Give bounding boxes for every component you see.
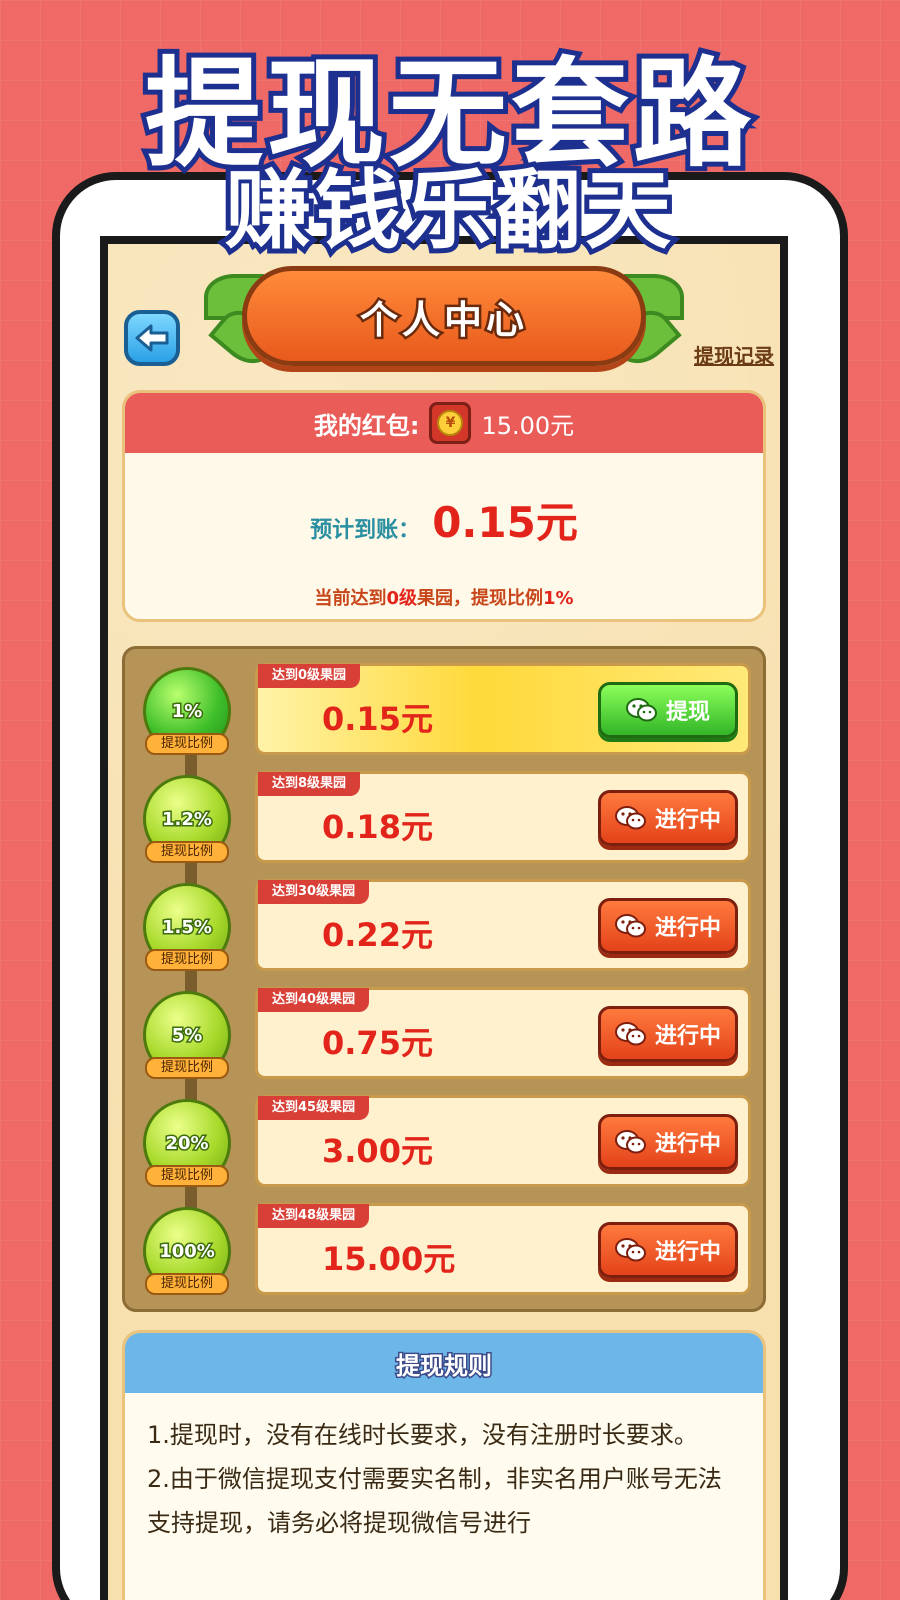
- wallet-label: 我的红包:: [313, 411, 420, 440]
- ratio-label: 提现比例: [145, 1057, 229, 1079]
- ratio-label: 提现比例: [145, 841, 229, 863]
- app-screen: 个人中心 提现记录 我的红包: ¥ 15.00元 预计到账： 0.15元 当前达…: [100, 236, 788, 1600]
- expected-payout-row: 预计到账： 0.15元: [125, 489, 763, 550]
- in-progress-button[interactable]: 进行中: [598, 1114, 738, 1170]
- wallet-header: 我的红包: ¥ 15.00元: [125, 393, 763, 453]
- in-progress-button[interactable]: 进行中: [598, 1222, 738, 1278]
- wechat-icon: [614, 1238, 646, 1262]
- tier-card: 达到8级果园 0.18元 进行中: [255, 771, 751, 863]
- tier-card: 达到0级果园 0.15元 提现: [255, 663, 751, 755]
- in-progress-button-label: 进行中: [654, 1024, 721, 1049]
- in-progress-button[interactable]: 进行中: [598, 1006, 738, 1062]
- requirement-tag: 达到40级果园: [258, 988, 370, 1012]
- page-title: 个人中心: [357, 295, 528, 344]
- level-note-ratio: 1%: [542, 588, 574, 609]
- tier-card: 达到45级果园 3.00元 进行中: [255, 1095, 751, 1187]
- tier-amount: 0.15元: [322, 700, 433, 738]
- level-note: 当前达到0级果园，提现比例1%: [125, 584, 763, 610]
- in-progress-button-label: 进行中: [654, 1132, 721, 1157]
- tier-card: 达到30级果园 0.22元 进行中: [255, 879, 751, 971]
- level-note-prefix: 当前达到: [314, 588, 387, 609]
- in-progress-button-label: 进行中: [654, 916, 721, 941]
- tier-card: 达到48级果园 15.00元 进行中: [255, 1203, 751, 1295]
- requirement-tag: 达到48级果园: [258, 1204, 370, 1228]
- wechat-icon: [614, 914, 646, 938]
- rule-item: 1.提现时，没有在线时长要求，没有注册时长要求。: [147, 1421, 698, 1449]
- in-progress-button[interactable]: 进行中: [598, 790, 738, 846]
- withdraw-button-label: 提现: [665, 700, 710, 725]
- level-note-suffix: 果园，提现比例: [416, 588, 543, 609]
- tier-row: 1% 提现比例 达到0级果园 0.15元 提现: [125, 663, 769, 763]
- tier-row: 100% 提现比例 达到48级果园 15.00元 进行中: [125, 1203, 769, 1303]
- rules-body: 1.提现时，没有在线时长要求，没有注册时长要求。 2.由于微信提现支付需要实名制…: [125, 1393, 763, 1565]
- expected-payout-value: 0.15元: [432, 498, 578, 547]
- tier-row: 20% 提现比例 达到45级果园 3.00元 进行中: [125, 1095, 769, 1195]
- red-packet-icon: ¥: [429, 402, 472, 444]
- ratio-label: 提现比例: [145, 949, 229, 971]
- in-progress-button[interactable]: 进行中: [598, 898, 738, 954]
- requirement-tag: 达到8级果园: [258, 772, 361, 796]
- tier-amount: 0.22元: [322, 916, 433, 954]
- tier-amount: 0.18元: [322, 808, 433, 846]
- withdraw-button[interactable]: 提现: [598, 682, 738, 738]
- withdraw-tier-list: 1% 提现比例 达到0级果园 0.15元 提现 1.2% 提现比例 达到8级果园…: [122, 646, 766, 1312]
- tier-row: 1.2% 提现比例 达到8级果园 0.18元 进行中: [125, 771, 769, 871]
- back-button[interactable]: [124, 310, 180, 366]
- expected-payout-label: 预计到账：: [310, 518, 421, 543]
- tier-amount: 3.00元: [322, 1132, 433, 1170]
- requirement-tag: 达到45级果园: [258, 1096, 370, 1120]
- arrow-left-icon: [135, 324, 169, 352]
- wechat-icon: [614, 1022, 646, 1046]
- ratio-label: 提现比例: [145, 1273, 229, 1295]
- tier-amount: 0.75元: [322, 1024, 433, 1062]
- wechat-icon: [614, 1130, 646, 1154]
- wallet-balance: 15.00元: [481, 411, 575, 440]
- promo-headline-line2: 赚钱乐翻天: [220, 156, 676, 266]
- rule-item: 2.由于微信提现支付需要实名制，非实名用户账号无法支持提现，请务必将提现微信号进…: [147, 1465, 722, 1537]
- level-note-level: 0级: [386, 588, 417, 609]
- withdraw-history-link[interactable]: 提现记录: [694, 340, 774, 369]
- requirement-tag: 达到0级果园: [258, 664, 361, 688]
- in-progress-button-label: 进行中: [654, 1240, 721, 1265]
- tier-card: 达到40级果园 0.75元 进行中: [255, 987, 751, 1079]
- ratio-label: 提现比例: [145, 1165, 229, 1187]
- rules-title: 提现规则: [125, 1333, 763, 1393]
- requirement-tag: 达到30级果园: [258, 880, 370, 904]
- in-progress-button-label: 进行中: [654, 808, 721, 833]
- tier-amount: 15.00元: [322, 1240, 456, 1278]
- withdraw-rules-panel: 提现规则 1.提现时，没有在线时长要求，没有注册时长要求。 2.由于微信提现支付…: [122, 1330, 766, 1600]
- wallet-card: 我的红包: ¥ 15.00元 预计到账： 0.15元 当前达到0级果园，提现比例…: [122, 390, 766, 622]
- page-title-banner: 个人中心: [242, 266, 646, 366]
- ratio-label: 提现比例: [145, 733, 229, 755]
- tier-row: 1.5% 提现比例 达到30级果园 0.22元 进行中: [125, 879, 769, 979]
- wechat-icon: [614, 806, 646, 830]
- coin-symbol: ¥: [437, 410, 464, 436]
- tier-row: 5% 提现比例 达到40级果园 0.75元 进行中: [125, 987, 769, 1087]
- wechat-icon: [625, 698, 657, 722]
